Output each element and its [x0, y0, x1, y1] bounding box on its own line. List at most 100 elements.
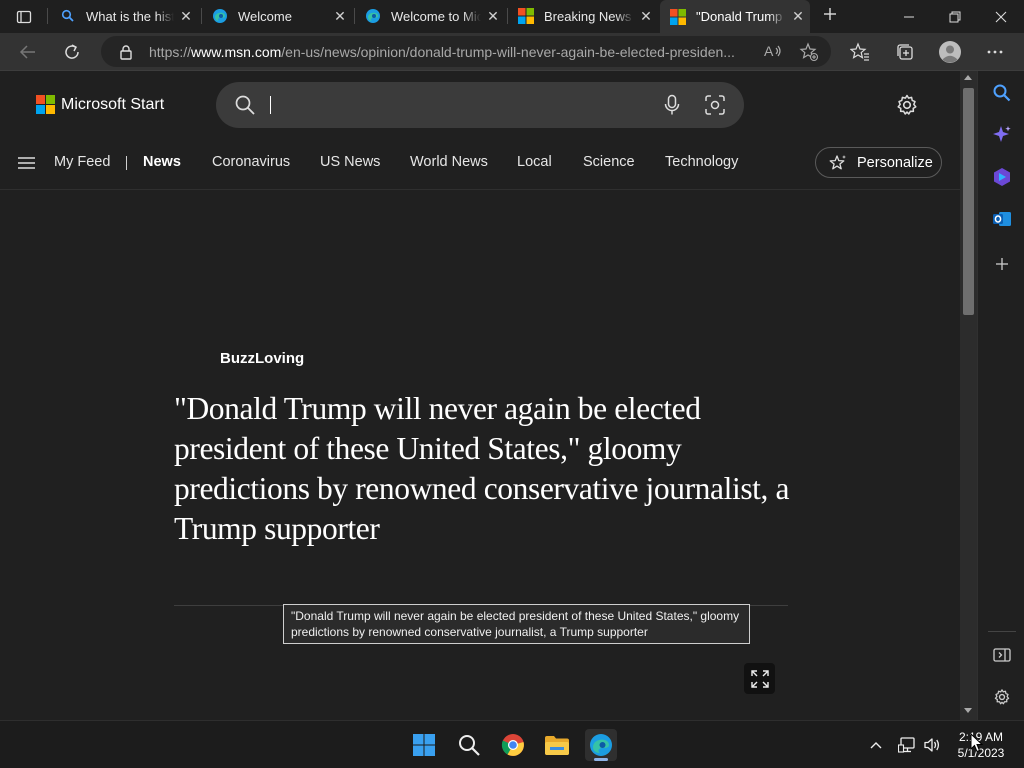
- mouse-cursor-icon: [970, 732, 984, 758]
- sidebar-divider: [988, 631, 1016, 632]
- microsoft-icon: [670, 8, 686, 25]
- show-hidden-icons-button[interactable]: [866, 735, 886, 755]
- article-source[interactable]: BuzzLoving: [220, 350, 304, 367]
- tab-breaking-news[interactable]: Breaking News S ✕: [508, 2, 658, 30]
- tab-title: Welcome to Micr: [391, 8, 481, 24]
- folder-icon: [545, 736, 569, 755]
- tab-actions-button[interactable]: [8, 6, 40, 28]
- tab-close-icon[interactable]: ✕: [634, 8, 658, 25]
- read-aloud-icon[interactable]: A: [763, 42, 783, 65]
- sparkle-star-icon: [829, 154, 847, 172]
- nav-item-technology[interactable]: Technology: [665, 154, 738, 170]
- page-scrollbar[interactable]: [960, 71, 977, 720]
- refresh-button[interactable]: [57, 37, 87, 67]
- url-text[interactable]: https://www.msn.com/en-us/news/opinion/d…: [149, 44, 754, 60]
- address-bar[interactable]: https://www.msn.com/en-us/news/opinion/d…: [101, 36, 831, 67]
- bing-search-icon: [60, 8, 76, 24]
- add-favorite-icon[interactable]: [799, 42, 819, 67]
- edge-icon: [212, 8, 228, 24]
- page-content: Microsoft Start My Feed News Coronavirus…: [0, 71, 960, 720]
- tab-title: Breaking News S: [544, 8, 634, 24]
- tab-close-icon[interactable]: ✕: [481, 8, 505, 25]
- volume-icon[interactable]: [922, 735, 942, 755]
- plus-icon: [824, 8, 836, 20]
- back-button[interactable]: [13, 37, 43, 67]
- nav-item-coronavirus[interactable]: Coronavirus: [212, 154, 290, 170]
- tab-donald-trump-active[interactable]: "Donald Trump ✕: [660, 0, 810, 33]
- windows-logo-icon: [413, 734, 435, 756]
- tab-title: Welcome: [238, 8, 292, 24]
- edge-taskbar-button[interactable]: [585, 729, 617, 761]
- favorites-button[interactable]: [845, 37, 875, 67]
- nav-item-news[interactable]: News: [143, 154, 181, 170]
- fullscreen-button[interactable]: [744, 663, 775, 694]
- sidebar-hide-icon[interactable]: [991, 644, 1013, 666]
- microsoft-icon: [518, 8, 534, 24]
- chrome-icon: [501, 734, 524, 756]
- network-icon[interactable]: [897, 735, 917, 755]
- gear-icon: [897, 94, 917, 115]
- sidebar-discover-icon[interactable]: [991, 124, 1013, 146]
- tab-welcome[interactable]: Welcome ✕: [202, 2, 352, 30]
- settings-and-more-button[interactable]: [980, 37, 1010, 67]
- refresh-icon: [65, 44, 79, 59]
- hamburger-menu-icon[interactable]: [18, 156, 36, 175]
- sidebar-games-icon[interactable]: [991, 166, 1013, 188]
- tab-what-is-the-history[interactable]: What is the histo ✕: [50, 2, 198, 30]
- tab-close-icon[interactable]: ✕: [786, 8, 810, 25]
- minimize-button[interactable]: [886, 0, 932, 33]
- edge-sidebar: [977, 71, 1024, 720]
- nav-item-my-feed[interactable]: My Feed: [54, 154, 110, 170]
- nav-item-world-news[interactable]: World News: [410, 154, 488, 170]
- windows-taskbar: 2:19 AM 5/1/2023: [0, 720, 1024, 768]
- text-caret: [270, 96, 271, 114]
- nav-item-local[interactable]: Local: [517, 154, 552, 170]
- scroll-up-arrow-icon[interactable]: [964, 75, 972, 80]
- back-arrow-icon: [19, 45, 35, 59]
- scroll-down-arrow-icon[interactable]: [964, 708, 972, 713]
- tab-welcome-to-microsoft[interactable]: Welcome to Micr ✕: [355, 2, 505, 30]
- personalize-button[interactable]: Personalize: [815, 147, 942, 178]
- tab-close-icon[interactable]: ✕: [174, 8, 198, 25]
- browser-toolbar: https://www.msn.com/en-us/news/opinion/d…: [0, 33, 1024, 71]
- title-bar: What is the histo ✕ Welcome ✕ Welcome to…: [0, 0, 1024, 33]
- search-icon: [459, 735, 480, 756]
- nav-divider: [126, 156, 127, 170]
- chrome-taskbar-button[interactable]: [497, 729, 529, 761]
- microsoft-start-logo[interactable]: Microsoft Start: [36, 95, 164, 114]
- scrollbar-thumb[interactable]: [963, 88, 974, 315]
- nav-item-us-news[interactable]: US News: [320, 154, 380, 170]
- close-window-button[interactable]: [978, 0, 1024, 33]
- sidebar-outlook-icon[interactable]: [991, 208, 1013, 230]
- collections-icon: [897, 44, 913, 60]
- file-explorer-button[interactable]: [541, 729, 573, 761]
- collections-button[interactable]: [890, 37, 920, 67]
- svg-text:A: A: [764, 43, 774, 59]
- sidebar-settings-gear-icon[interactable]: [991, 686, 1013, 708]
- search-box[interactable]: [216, 82, 744, 128]
- new-tab-button[interactable]: [818, 5, 842, 29]
- logo-text: Microsoft Start: [61, 95, 165, 113]
- chevron-up-icon: [870, 742, 882, 749]
- microphone-icon[interactable]: [662, 94, 682, 121]
- taskbar-search-button[interactable]: [453, 729, 485, 761]
- start-button[interactable]: [408, 729, 440, 761]
- profile-button[interactable]: [935, 37, 965, 67]
- nav-divider-line: [0, 189, 960, 190]
- tab-close-icon[interactable]: ✕: [328, 8, 352, 25]
- minimize-icon: [904, 16, 914, 17]
- search-icon: [234, 94, 256, 121]
- article-headline: "Donald Trump will never again be electe…: [174, 391, 790, 546]
- lock-icon[interactable]: [117, 44, 135, 60]
- restore-button[interactable]: [932, 0, 978, 33]
- visual-search-icon[interactable]: [704, 94, 726, 121]
- sidebar-search-icon[interactable]: [991, 82, 1013, 104]
- tab-actions-icon: [16, 10, 32, 24]
- nav-item-science[interactable]: Science: [583, 154, 635, 170]
- tab-title: "Donald Trump: [696, 9, 783, 24]
- sidebar-add-icon[interactable]: [991, 253, 1013, 275]
- tab-title: What is the histo: [86, 8, 174, 24]
- category-nav: My Feed News Coronavirus US News World N…: [0, 147, 960, 189]
- restore-icon: [949, 11, 961, 22]
- page-settings-button[interactable]: [895, 93, 919, 122]
